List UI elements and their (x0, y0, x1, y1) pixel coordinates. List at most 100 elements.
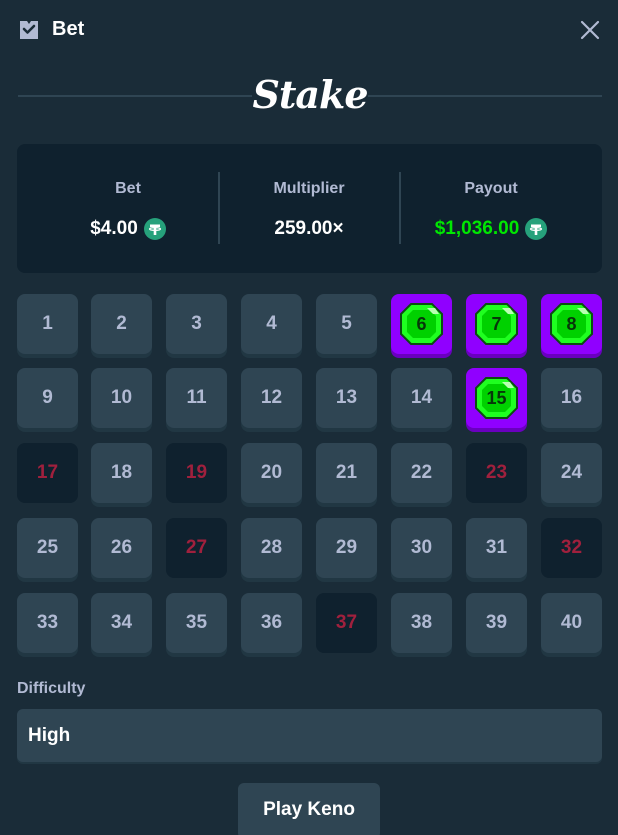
keno-tile-number: 14 (410, 387, 433, 408)
keno-tile[interactable]: 38 (391, 593, 452, 653)
keno-tile[interactable]: 9 (17, 368, 78, 428)
multiplier-stat-value-row: 259.00× (218, 218, 400, 240)
stake-logo: Stake (252, 72, 368, 117)
keno-tile-number: 19 (185, 462, 208, 483)
tether-icon (143, 218, 166, 240)
keno-tile-number: 31 (485, 537, 508, 558)
difficulty-label: Difficulty (17, 680, 86, 697)
keno-tile-number: 34 (110, 612, 133, 633)
keno-tile[interactable]: 2 (91, 294, 152, 354)
close-icon[interactable] (578, 18, 602, 42)
keno-tile[interactable]: 24 (541, 443, 602, 503)
payout-stat: Payout $1,036.00 (400, 144, 582, 273)
keno-tile[interactable]: 14 (391, 368, 452, 428)
keno-tile[interactable]: 36 (241, 593, 302, 653)
keno-tile[interactable]: 18 (91, 443, 152, 503)
difficulty-select[interactable]: High (17, 709, 602, 762)
keno-tile-number: 10 (110, 387, 133, 408)
divider-left (18, 95, 252, 97)
keno-tile[interactable]: 21 (316, 443, 377, 503)
keno-tile[interactable]: 28 (241, 518, 302, 578)
keno-tile-number: 8 (566, 313, 577, 334)
keno-tile[interactable]: 12 (241, 368, 302, 428)
difficulty-value: High (28, 725, 71, 746)
keno-tile-number: 26 (110, 537, 133, 558)
keno-tile[interactable]: 6 (391, 294, 452, 354)
bet-stat-value-row: $4.00 (37, 218, 219, 240)
keno-tile[interactable]: 5 (316, 294, 377, 354)
keno-tile-number: 30 (410, 537, 433, 558)
keno-tile[interactable]: 22 (391, 443, 452, 503)
keno-tile[interactable]: 13 (316, 368, 377, 428)
keno-tile-number: 36 (260, 612, 283, 633)
keno-tile-number: 2 (116, 313, 127, 334)
multiplier-stat-value: 259.00× (274, 218, 344, 239)
keno-tile[interactable]: 8 (541, 294, 602, 354)
keno-tile[interactable]: 34 (91, 593, 152, 653)
bet-ticket-icon (20, 21, 38, 39)
keno-tile[interactable]: 33 (17, 593, 78, 653)
keno-tile[interactable]: 4 (241, 294, 302, 354)
multiplier-stat: Multiplier 259.00× (218, 144, 400, 273)
brand-row: Stake (18, 70, 602, 120)
payout-stat-value-row: $1,036.00 (400, 218, 582, 240)
keno-tile[interactable]: 11 (166, 368, 227, 428)
keno-tile-number: 29 (335, 537, 358, 558)
keno-tile[interactable]: 35 (166, 593, 227, 653)
keno-tile[interactable]: 39 (466, 593, 527, 653)
keno-tile-number: 25 (36, 537, 59, 558)
multiplier-stat-label: Multiplier (273, 180, 345, 197)
keno-tile[interactable]: 37 (316, 593, 377, 653)
keno-tile[interactable]: 31 (466, 518, 527, 578)
keno-tile-number: 1 (42, 313, 53, 334)
keno-tile[interactable]: 3 (166, 294, 227, 354)
keno-tile-number: 33 (36, 612, 59, 633)
keno-tile[interactable]: 19 (166, 443, 227, 503)
keno-tile[interactable]: 16 (541, 368, 602, 428)
keno-tile-number: 40 (560, 612, 583, 633)
play-keno-button[interactable]: Play Keno (238, 783, 380, 835)
keno-tile-number: 12 (260, 387, 283, 408)
keno-tile-number: 6 (416, 313, 427, 334)
keno-tile[interactable]: 20 (241, 443, 302, 503)
keno-tile-number: 13 (335, 387, 358, 408)
bet-summary-panel: Bet $4.00 Multiplier 259.00× Payout $1,0… (17, 144, 602, 273)
keno-tile-number: 22 (410, 462, 433, 483)
keno-tile-number: 21 (335, 462, 358, 483)
keno-tile-number: 20 (260, 462, 283, 483)
keno-tile-number: 3 (191, 313, 202, 334)
keno-tile[interactable]: 30 (391, 518, 452, 578)
keno-tile[interactable]: 23 (466, 443, 527, 503)
payout-stat-value: $1,036.00 (434, 218, 520, 239)
keno-tile[interactable]: 7 (466, 294, 527, 354)
keno-tile[interactable]: 10 (91, 368, 152, 428)
keno-tile-number: 32 (560, 537, 583, 558)
bet-stat: Bet $4.00 (37, 144, 219, 273)
keno-tile[interactable]: 15 (466, 368, 527, 428)
keno-tile-number: 11 (186, 387, 207, 408)
keno-tile[interactable]: 40 (541, 593, 602, 653)
keno-tile-number: 38 (410, 612, 433, 633)
modal-title: Bet (52, 18, 85, 40)
keno-tile[interactable]: 26 (91, 518, 152, 578)
keno-tile[interactable]: 25 (17, 518, 78, 578)
keno-tile-number: 7 (491, 313, 502, 334)
keno-tile[interactable]: 1 (17, 294, 78, 354)
keno-tile[interactable]: 27 (166, 518, 227, 578)
keno-tile-number: 15 (486, 387, 507, 408)
keno-tile[interactable]: 32 (541, 518, 602, 578)
keno-tile-number: 27 (185, 537, 208, 558)
keno-tile-number: 5 (341, 313, 352, 334)
keno-tile-number: 35 (185, 612, 208, 633)
keno-tile[interactable]: 17 (17, 443, 78, 503)
keno-tile-number: 23 (485, 462, 508, 483)
modal-header: Bet (0, 0, 618, 60)
divider-right (368, 95, 602, 97)
keno-tile-number: 17 (36, 462, 59, 483)
keno-tile-number: 9 (42, 387, 53, 408)
keno-tile[interactable]: 29 (316, 518, 377, 578)
keno-tile-number: 4 (266, 313, 277, 334)
tether-icon (525, 218, 548, 240)
payout-stat-label: Payout (464, 180, 518, 197)
keno-tile-number: 37 (335, 612, 358, 633)
